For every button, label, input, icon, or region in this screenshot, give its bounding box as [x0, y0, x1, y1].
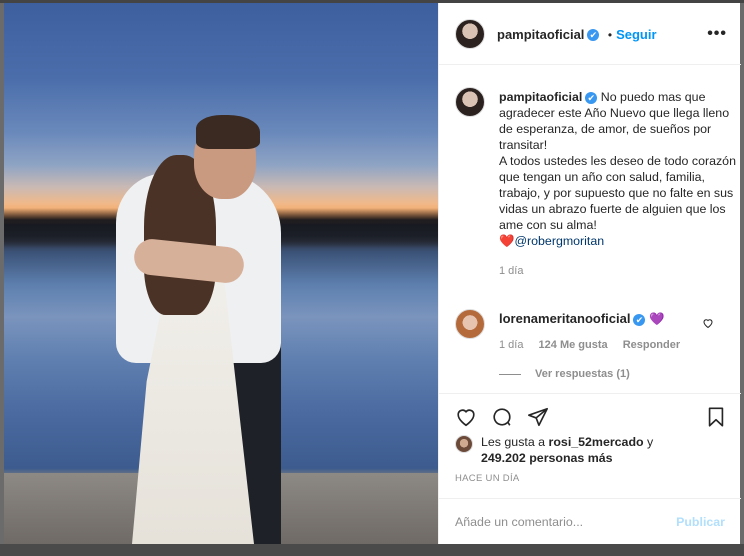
liker-avatar[interactable] [455, 435, 473, 453]
more-options-icon[interactable]: ••• [707, 25, 727, 43]
photo-figure [196, 115, 260, 149]
verified-badge-icon: ✔ [633, 313, 646, 326]
follow-button[interactable]: Seguir [616, 27, 656, 42]
comment-item: lorenameritanooficial ✔ 💜 1 día 124 Me gu… [499, 311, 729, 351]
caption-text-2: A todos ustedes les deseo de todo corazó… [499, 154, 736, 232]
comment-like-icon[interactable] [702, 317, 714, 332]
likes-count[interactable]: 249.202 personas más [481, 451, 613, 465]
page-backdrop-bottom [0, 544, 744, 556]
comment-time[interactable]: 1 día [499, 339, 523, 351]
post-photo[interactable] [4, 3, 438, 544]
speech-bubble-icon[interactable] [491, 406, 513, 433]
verified-badge-icon: ✔ [585, 91, 598, 104]
action-icon-group [455, 406, 549, 433]
bookmark-icon[interactable] [705, 406, 727, 433]
heart-outline-icon[interactable] [455, 406, 477, 433]
separator-dot: • [607, 28, 613, 42]
caption-author-username[interactable]: pampitaoficial [499, 90, 582, 104]
publish-button[interactable]: Publicar [676, 515, 725, 529]
author-avatar[interactable] [455, 19, 485, 49]
likes-and: y [647, 435, 654, 449]
comment-input[interactable] [455, 514, 655, 529]
verified-badge-icon: ✔ [587, 28, 600, 41]
post-timestamp[interactable]: HACE UN DÍA [455, 473, 520, 484]
reply-button[interactable]: Responder [623, 339, 680, 351]
red-heart-emoji: ❤️ [499, 234, 515, 248]
post-header: pampitaoficial ✔ • Seguir ••• [439, 3, 741, 65]
post-side-panel: pampitaoficial ✔ • Seguir ••• pampitaofici… [438, 3, 741, 544]
replies-divider [499, 373, 521, 375]
caption-time[interactable]: 1 día [499, 263, 737, 279]
caption-mention-link[interactable]: @robergmoritan [514, 234, 604, 248]
commenter-username[interactable]: lorenameritanooficial [499, 311, 630, 326]
comment-meta: 1 día 124 Me gusta Responder [499, 339, 729, 351]
view-replies-button[interactable]: Ver respuestas (1) [499, 368, 630, 380]
author-username[interactable]: pampitaoficial [497, 27, 584, 42]
paper-plane-icon[interactable] [527, 406, 549, 433]
header-info: pampitaoficial ✔ • Seguir [497, 26, 657, 44]
caption-author-avatar[interactable] [455, 87, 485, 117]
likes-text: Les gusta a rosi_52mercado y 249.202 per… [481, 434, 653, 466]
likes-summary: Les gusta a rosi_52mercado y 249.202 per… [455, 434, 653, 466]
comment-composer: Publicar [439, 498, 741, 544]
comment-text: 💜 [648, 312, 665, 326]
likes-prefix: Les gusta a [481, 435, 546, 449]
liker-username[interactable]: rosi_52mercado [549, 435, 644, 449]
comment-likes[interactable]: 124 Me gusta [539, 339, 608, 351]
view-replies-label: Ver respuestas (1) [535, 368, 630, 380]
commenter-avatar[interactable] [455, 309, 485, 339]
post-caption: pampitaoficial ✔ No puedo mas que agradec… [499, 89, 737, 279]
